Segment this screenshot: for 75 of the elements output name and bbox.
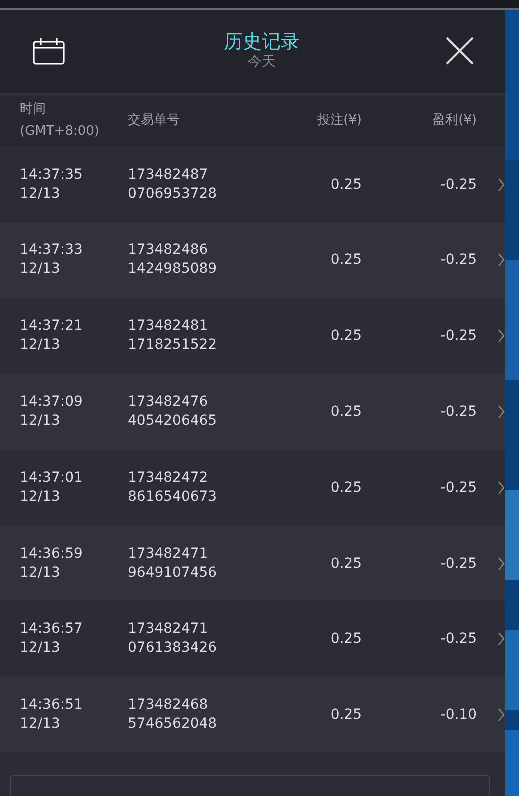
date-text: 12/13 — [20, 336, 62, 356]
order-number: 4054206465 — [128, 412, 218, 431]
order-number: 173482472 — [128, 468, 210, 488]
date-text: 12/13 — [20, 639, 62, 658]
bet-amount: 0.25 — [330, 556, 362, 572]
order-number: 173482468 — [128, 696, 210, 716]
close-button[interactable] — [445, 36, 475, 66]
order-number: 173482487 — [128, 166, 210, 185]
chevron-right-icon — [498, 405, 505, 419]
header-title: 历史记录 — [224, 31, 300, 54]
bet-amount: 0.25 — [330, 252, 362, 268]
time-text: 14:36:51 — [20, 696, 84, 716]
time-text: 14:37:09 — [20, 393, 84, 412]
table-row[interactable]: 14:37:35 12/13 173482487 0706953728 0.25 -0.25 — [0, 146, 505, 223]
order-number: 1424985089 — [128, 260, 218, 280]
profit-amount: -0.25 — [440, 556, 477, 572]
order-number: 0706953728 — [128, 184, 218, 204]
order-number: 9649107456 — [128, 564, 218, 583]
column-subheader: (GMT+8:00) — [20, 123, 100, 142]
chevron-right-icon — [498, 253, 505, 268]
profit-amount: -0.25 — [440, 631, 477, 648]
order-number: 8616540673 — [128, 488, 218, 507]
date-text: 12/13 — [20, 564, 62, 583]
calendar-button[interactable] — [33, 37, 65, 66]
column-header: 盈利(¥) — [432, 112, 477, 130]
date-text: 12/13 — [20, 715, 62, 734]
order-number: 0761383426 — [128, 639, 218, 658]
order-number: 173482481 — [128, 317, 210, 336]
bet-amount: 0.25 — [330, 631, 362, 648]
time-text: 14:36:57 — [20, 620, 84, 640]
chevron-right-icon — [498, 480, 505, 495]
chevron-right-icon — [498, 708, 505, 722]
time-text: 14:37:33 — [20, 241, 84, 260]
time-text: 14:36:59 — [20, 544, 84, 564]
column-header: 交易单号 — [128, 112, 181, 130]
table-row[interactable]: 14:37:01 12/13 173482472 8616540673 0.25 -0.25 — [0, 450, 505, 526]
chevron-right-icon — [498, 329, 505, 344]
profit-amount: -0.10 — [440, 707, 477, 724]
order-number: 173482471 — [128, 544, 210, 564]
bet-amount: 0.25 — [330, 404, 362, 420]
order-number: 173482471 — [128, 620, 210, 640]
profit-amount: -0.25 — [440, 176, 477, 193]
bet-amount: 0.25 — [330, 328, 362, 344]
order-number: 5746562048 — [128, 715, 218, 734]
profit-amount: -0.25 — [440, 252, 477, 268]
table-row[interactable]: 14:37:09 12/13 173482476 4054206465 0.25 -0.25 — [0, 374, 505, 450]
bet-amount: 0.25 — [330, 176, 362, 193]
chevron-right-icon — [498, 178, 505, 192]
bet-amount: 0.25 — [330, 707, 362, 724]
order-number: 1718251522 — [128, 336, 218, 356]
date-text: 12/13 — [20, 184, 62, 204]
time-text: 14:37:21 — [20, 317, 84, 336]
date-text: 12/13 — [20, 412, 62, 431]
order-number: 173482486 — [128, 241, 210, 260]
profit-amount: -0.25 — [440, 480, 477, 496]
column-header: 时间 — [20, 101, 47, 120]
bet-amount: 0.25 — [330, 480, 362, 496]
chevron-right-icon — [498, 556, 505, 571]
chevron-right-icon — [498, 632, 505, 646]
date-text: 12/13 — [20, 488, 62, 507]
date-text: 12/13 — [20, 260, 62, 280]
time-text: 14:37:35 — [20, 166, 84, 185]
calendar-icon — [33, 37, 65, 66]
profit-amount: -0.25 — [440, 328, 477, 344]
header-subtitle: 今天 — [248, 53, 276, 72]
order-number: 173482476 — [128, 393, 210, 412]
table-row[interactable]: 14:36:51 12/13 173482468 5746562048 0.25 -0.10 — [0, 677, 505, 753]
table-row[interactable]: 14:37:21 12/13 173482481 1718251522 0.25 -0.25 — [0, 298, 505, 374]
table-row[interactable]: 14:36:57 12/13 173482471 0761383426 0.25 -0.25 — [0, 601, 505, 678]
column-header: 投注(¥) — [318, 112, 362, 130]
table-row[interactable]: 14:36:59 12/13 173482471 9649107456 0.25 -0.25 — [0, 526, 505, 602]
close-icon — [445, 36, 475, 66]
time-text: 14:37:01 — [20, 468, 84, 488]
table-row[interactable]: 14:37:33 12/13 173482486 1424985089 0.25 -0.25 — [0, 222, 505, 298]
profit-amount: -0.25 — [440, 404, 477, 420]
